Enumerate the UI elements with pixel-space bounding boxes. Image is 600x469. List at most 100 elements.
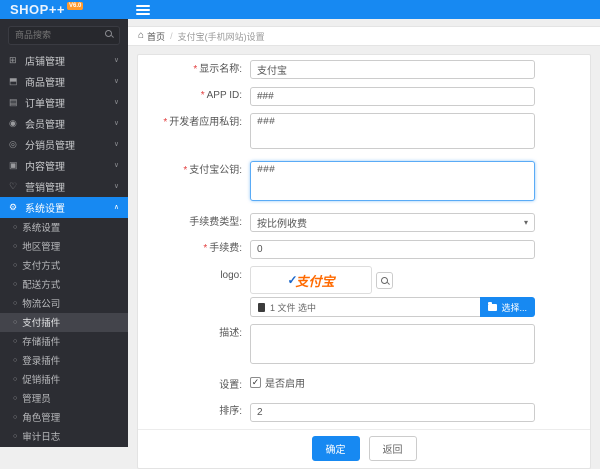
submenu-item-label: 物流公司: [22, 299, 61, 310]
settings-form-card: *显示名称: *APP ID: *开发者应用私钥: ### *支付宝公钥: ##…: [137, 54, 591, 469]
sidebar-item-distributor[interactable]: ◎ 分销员管理 ∨: [0, 134, 128, 155]
circle-bullet-icon: ○: [13, 223, 18, 231]
submenu-item-3[interactable]: ○ 支付方式: [0, 256, 128, 275]
breadcrumb-separator: /: [170, 31, 173, 41]
chevron-down-icon: ∨: [113, 120, 119, 127]
sort-row: 排序:: [138, 402, 590, 422]
content-icon: ▣: [9, 159, 18, 170]
fee-input[interactable]: [250, 240, 535, 259]
sidebar-item-store[interactable]: ⊞ 店铺管理 ∨: [0, 50, 128, 71]
fee-row: * 手续费:: [138, 239, 590, 259]
chevron-down-icon: ▾: [523, 218, 528, 227]
app-logo[interactable]: SHOP++ V6.0: [0, 0, 128, 19]
enable-checkbox-label: 是否启用: [265, 379, 305, 390]
choose-file-button[interactable]: 选择...: [480, 297, 535, 317]
sidebar-item-label: 内容管理: [25, 161, 65, 173]
sidebar-item-content[interactable]: ▣ 内容管理 ∨: [0, 155, 128, 176]
breadcrumb-current: 支付宝(手机网站)设置: [177, 31, 265, 42]
home-icon: ⌂: [138, 30, 145, 41]
submenu-item-10[interactable]: ○ 管理员: [0, 389, 128, 408]
public-key-row: * 支付宝公钥: ###: [138, 161, 590, 206]
fee-type-label: 手续费类型:: [189, 217, 242, 228]
member-icon: ◉: [9, 117, 17, 128]
circle-bullet-icon: ○: [13, 375, 18, 383]
store-icon: ⊞: [9, 54, 17, 65]
file-upload-control: 1 文件 选中 选择...: [250, 297, 535, 317]
logo-text: SHOP++: [10, 2, 66, 17]
chevron-down-icon: ∨: [113, 162, 119, 169]
public-key-textarea[interactable]: ###: [250, 161, 535, 201]
app-id-input[interactable]: [250, 87, 535, 106]
main-area: ⌂ 首页 / 支付宝(手机网站)设置 *显示名称: *APP ID: *开发者应…: [128, 0, 600, 469]
submenu-item-5[interactable]: ○ 物流公司: [0, 294, 128, 313]
circle-bullet-icon: ○: [13, 242, 18, 250]
enable-row: 设置: ✓ 是否启用: [138, 376, 590, 395]
submenu-item-label: 支付插件: [22, 318, 61, 329]
app-id-label: APP ID:: [206, 90, 242, 101]
sidebar-item-goods[interactable]: ⬒ 商品管理 ∨: [0, 71, 128, 92]
version-badge: V6.0: [67, 2, 84, 10]
chevron-down-icon: ∨: [113, 57, 119, 64]
submenu-item-label: 地区管理: [22, 242, 61, 253]
search-icon[interactable]: [105, 30, 114, 39]
submenu-item-label: 系统设置: [22, 223, 61, 234]
private-key-textarea[interactable]: ###: [250, 113, 535, 149]
breadcrumb-home-link[interactable]: 首页: [147, 30, 165, 43]
goods-icon: ⬒: [9, 75, 18, 86]
chevron-down-icon: ∨: [113, 99, 119, 106]
sidebar-item-member[interactable]: ◉ 会员管理 ∨: [0, 113, 128, 134]
private-key-row: * 开发者应用私钥: ###: [138, 113, 590, 154]
sidebar-item-settings[interactable]: ⚙ 系统设置 ∧: [0, 196, 128, 218]
submenu-item-7[interactable]: ○ 存储插件: [0, 332, 128, 351]
chevron-down-icon: ∨: [113, 183, 119, 190]
sort-label: 排序:: [219, 406, 242, 417]
circle-bullet-icon: ○: [13, 261, 18, 269]
submenu-item-12[interactable]: ○ 审计日志: [0, 427, 128, 446]
app-id-row: * APP ID:: [138, 86, 590, 106]
choose-file-label: 选择...: [501, 302, 527, 313]
zoom-preview-button[interactable]: [376, 271, 393, 289]
file-status-box: 1 文件 选中: [250, 297, 481, 317]
logo-preview: ✓ 支付宝: [250, 266, 372, 294]
display-name-row: * 显示名称:: [138, 60, 590, 79]
sidebar-item-label: 营销管理: [25, 182, 65, 194]
hamburger-menu-icon[interactable]: [136, 4, 150, 15]
sidebar-item-marketing[interactable]: ♡ 营销管理 ∨: [0, 176, 128, 197]
fee-type-select[interactable]: 按比例收费 ▾: [250, 213, 535, 232]
submenu-item-1[interactable]: ○ 系统设置: [0, 218, 128, 237]
alipay-logo-text: 支付宝: [295, 273, 335, 289]
public-key-label: 支付宝公钥:: [189, 165, 242, 176]
enable-label: 设置:: [219, 380, 242, 391]
submenu-item-4[interactable]: ○ 配送方式: [0, 275, 128, 294]
checkmark-icon: ✓: [251, 377, 260, 387]
submenu-item-9[interactable]: ○ 促销插件: [0, 370, 128, 389]
description-textarea[interactable]: [250, 324, 535, 364]
search-input[interactable]: [8, 25, 120, 45]
sidebar-search: [0, 19, 128, 50]
circle-bullet-icon: ○: [13, 413, 18, 421]
private-key-label: 开发者应用私钥:: [169, 117, 242, 128]
topbar: [128, 0, 600, 19]
sidebar-item-label: 会员管理: [25, 119, 65, 131]
submenu-item-11[interactable]: ○ 角色管理: [0, 408, 128, 427]
breadcrumb: ⌂ 首页 / 支付宝(手机网站)设置: [128, 26, 600, 46]
submenu-item-label: 存储插件: [22, 337, 61, 348]
sidebar-item-label: 店铺管理: [25, 56, 65, 68]
chevron-down-icon: ∨: [113, 141, 119, 148]
back-button[interactable]: 返回: [368, 436, 417, 461]
sidebar-item-label: 订单管理: [25, 98, 65, 110]
display-name-input[interactable]: [250, 60, 535, 79]
chevron-up-icon: ∧: [113, 204, 119, 211]
sort-input[interactable]: [250, 403, 535, 422]
description-row: 描述:: [138, 324, 590, 369]
sidebar-item-label: 商品管理: [25, 77, 65, 89]
circle-bullet-icon: ○: [13, 394, 18, 402]
ok-button[interactable]: 确定: [311, 436, 360, 461]
required-asterisk: *: [163, 117, 168, 128]
sidebar-item-order[interactable]: ▤ 订单管理 ∨: [0, 92, 128, 113]
submenu-item-2[interactable]: ○ 地区管理: [0, 237, 128, 256]
submenu-item-6[interactable]: ○ 支付插件: [0, 312, 128, 332]
circle-bullet-icon: ○: [13, 299, 18, 307]
enable-checkbox[interactable]: ✓: [250, 377, 261, 388]
submenu-item-8[interactable]: ○ 登录插件: [0, 351, 128, 370]
